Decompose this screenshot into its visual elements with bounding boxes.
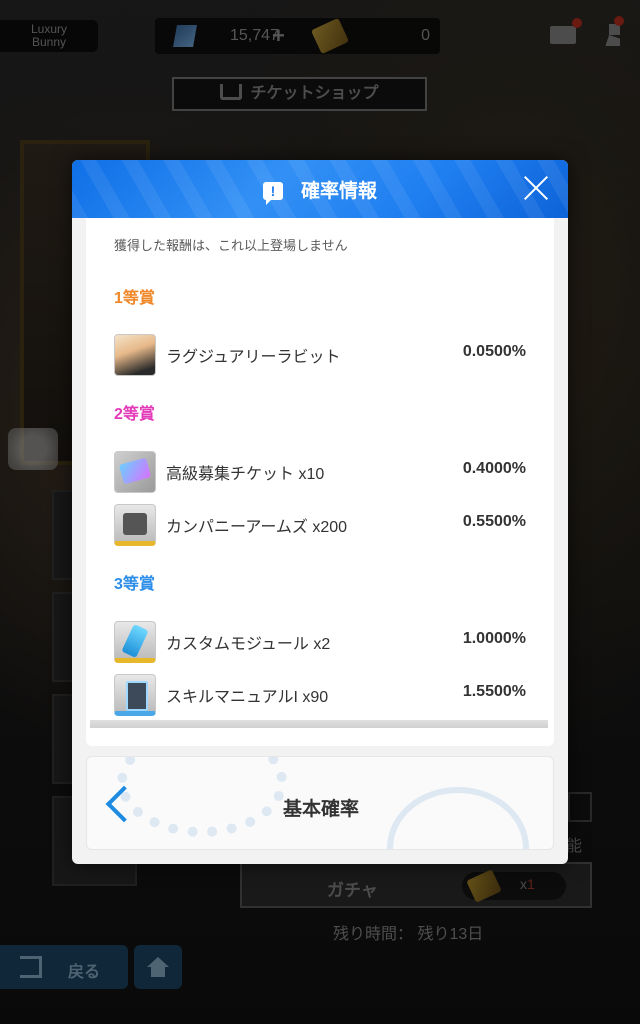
- tab-label: 基本確率: [282, 799, 359, 820]
- modal-header: ! 確率情報: [72, 160, 568, 218]
- reward-name: スキルマニュアルI x90: [166, 689, 329, 706]
- recruit-ticket-icon: [114, 451, 156, 493]
- reward-name: ラグジュアリーラビット: [166, 349, 341, 366]
- reward-row: カスタムモジュール x2 1.0000%: [114, 619, 526, 663]
- reward-row: カンパニーアームズ x200 0.5500%: [114, 502, 526, 546]
- info-alert-icon: !: [262, 182, 283, 205]
- character-portrait-icon: [114, 334, 156, 376]
- company-arms-icon: [114, 504, 156, 546]
- skill-manual-icon: [114, 674, 156, 716]
- reward-name: 高級募集チケット x10: [166, 466, 325, 483]
- reward-row: 高級募集チケット x10 0.4000%: [114, 449, 526, 493]
- custom-module-icon: [114, 621, 156, 663]
- reward-row: スキルマニュアルI x90 1.5500%: [114, 672, 526, 716]
- reward-name: カスタムモジュール x2: [166, 636, 331, 653]
- basic-probability-tab[interactable]: 基本確率: [86, 756, 554, 850]
- reward-rate: 1.5500%: [462, 683, 526, 700]
- tier-1-label: 1等賞: [114, 290, 155, 307]
- modal-title: ! 確率情報: [72, 176, 568, 205]
- rewards-note: 獲得した報酬は、これ以上登場しません: [114, 238, 348, 253]
- modal-title-text: 確率情報: [300, 181, 377, 202]
- reward-row: ラグジュアリーラビット 0.0500%: [114, 332, 526, 376]
- reward-rate: 0.5500%: [462, 513, 526, 530]
- probability-list[interactable]: 獲得した報酬は、これ以上登場しません 1等賞 ラグジュアリーラビット 0.050…: [86, 218, 554, 746]
- probability-modal: ! 確率情報 獲得した報酬は、これ以上登場しません 1等賞 ラグジュアリーラビット…: [72, 160, 568, 864]
- reward-rate: 0.4000%: [462, 460, 526, 477]
- close-button[interactable]: [522, 174, 550, 202]
- scroll-edge: [90, 720, 548, 728]
- tier-3-label: 3等賞: [114, 576, 155, 593]
- tier-2-label: 2等賞: [114, 406, 155, 423]
- reward-rate: 1.0000%: [462, 630, 526, 647]
- reward-rate: 0.0500%: [462, 343, 526, 360]
- reward-name: カンパニーアームズ x200: [166, 519, 348, 536]
